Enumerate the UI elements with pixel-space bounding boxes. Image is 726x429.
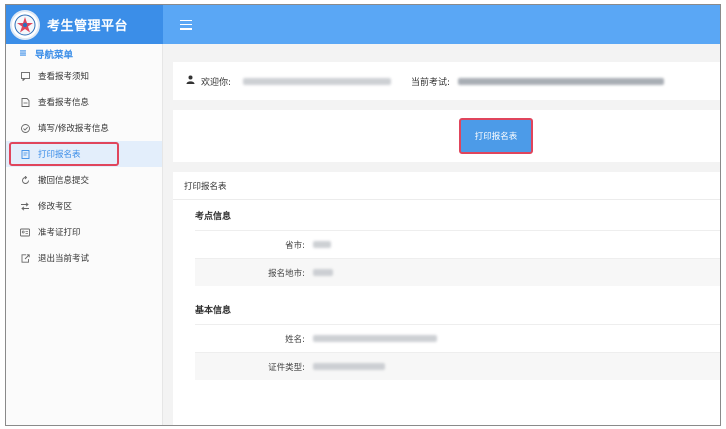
redacted-value: [313, 335, 437, 342]
sidebar-item-view-info[interactable]: 查看报考信息: [6, 89, 162, 115]
action-card: 打印报名表: [173, 110, 720, 162]
app-window: 考生管理平台 ≡ 导航菜单 查看报考须知 查看报考信息 填写/修改报考信息 打印…: [5, 4, 721, 426]
star-badge-icon: [10, 9, 40, 40]
sidebar-item-notice[interactable]: 查看报考须知: [6, 63, 162, 89]
redacted-exam-name: [458, 77, 665, 85]
hamburger-menu-icon[interactable]: [180, 19, 192, 30]
field-label: 姓名:: [285, 334, 305, 345]
print-form-button[interactable]: 打印报名表: [459, 118, 533, 154]
user-icon: [186, 75, 195, 87]
sidebar-item-label: 填写/修改报考信息: [38, 124, 109, 134]
undo-icon: [19, 175, 31, 185]
sidebar-item-print-form[interactable]: 打印报名表: [6, 141, 162, 167]
sidebar-item-edit-info[interactable]: 填写/修改报考信息: [6, 115, 162, 141]
table-row: 证件类型:: [195, 352, 720, 380]
current-exam-label: 当前考试:: [411, 77, 451, 88]
sidebar-item-label: 查看报考信息: [38, 98, 90, 108]
nav-header-label: 导航菜单: [34, 49, 73, 61]
app-title: 考生管理平台: [47, 19, 129, 34]
sidebar-item-label: 退出当前考试: [38, 254, 90, 264]
sidebar-item-label: 准考证打印: [38, 228, 81, 238]
message-icon: [19, 71, 31, 81]
section-title: 基本信息: [195, 305, 232, 316]
list-icon: ≡: [19, 48, 27, 59]
check-circle-icon: [19, 123, 31, 133]
swap-icon: [19, 201, 31, 211]
section-title: 考点信息: [195, 211, 232, 222]
field-label: 省市:: [285, 240, 305, 251]
sidebar-item-label: 修改考区: [38, 202, 73, 212]
sidebar-item-admission-ticket[interactable]: 准考证打印: [6, 219, 162, 245]
sidebar-item-exit-exam[interactable]: 退出当前考试: [6, 245, 162, 271]
redacted-username: [243, 77, 392, 85]
field-label: 报名地市:: [268, 268, 305, 279]
highlight-box: [9, 142, 119, 166]
id-card-icon: [19, 228, 31, 237]
redacted-value: [313, 269, 333, 276]
redacted-value: [313, 241, 331, 248]
sidebar-item-label: 查看报考须知: [38, 72, 90, 82]
document-icon: [19, 97, 31, 107]
greeting-label: 欢迎你:: [201, 77, 232, 88]
nav-header: ≡ 导航菜单: [6, 44, 162, 63]
table-row: 省市:: [195, 230, 720, 258]
sidebar: ≡ 导航菜单 查看报考须知 查看报考信息 填写/修改报考信息 打印报名表 撤回信…: [6, 44, 163, 425]
sidebar-item-withdraw[interactable]: 撤回信息提交: [6, 167, 162, 193]
table-row: 报名地市:: [195, 258, 720, 286]
card-title: 打印报名表: [173, 172, 720, 200]
form-card: 打印报名表 考点信息 省市: 报名地市: 基本信息 姓名: 证件类型:: [173, 172, 720, 425]
logo-area: 考生管理平台: [6, 5, 163, 44]
table-row: 姓名:: [195, 324, 720, 352]
field-label: 证件类型:: [268, 362, 305, 373]
exit-icon: [19, 253, 31, 263]
main-content: 欢迎你: 当前考试: 打印报名表 打印报名表 考点信息 省市: 报名地市: 基本…: [163, 44, 720, 425]
sidebar-item-label: 撤回信息提交: [38, 176, 90, 186]
redacted-value: [313, 363, 385, 370]
sidebar-item-change-area[interactable]: 修改考区: [6, 193, 162, 219]
welcome-bar: 欢迎你: 当前考试:: [173, 62, 720, 100]
top-bar: [163, 5, 720, 44]
